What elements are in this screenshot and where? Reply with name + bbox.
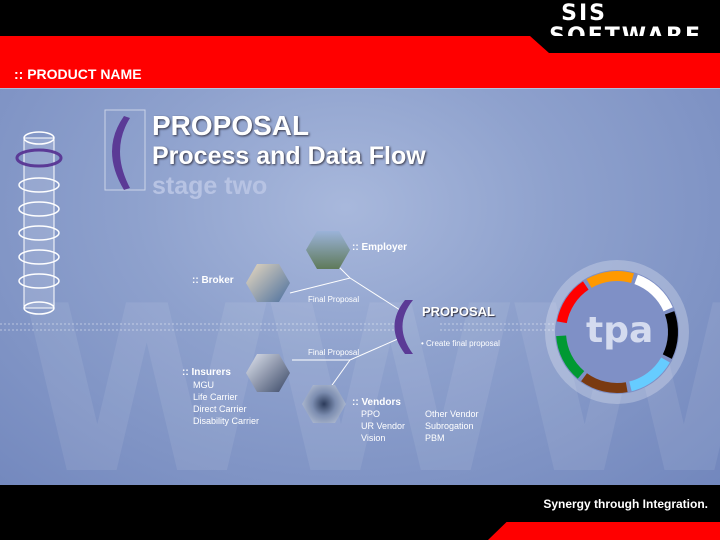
tpa-text: tpa <box>586 310 654 351</box>
vendors-col-1: PPO UR Vendor Vision <box>361 408 405 444</box>
final-proposal-top: Final Proposal <box>308 295 360 304</box>
insurer-item: Disability Carrier <box>193 416 260 426</box>
vendor-item: UR Vendor <box>361 421 406 431</box>
insurer-item: Life Carrier <box>193 392 238 402</box>
footer-bar: Synergy through Integration. <box>0 485 720 540</box>
product-name: :: PRODUCT NAME <box>14 66 142 82</box>
top-bar: SIS SOFTWARE <box>0 0 720 48</box>
insurer-item: MGU <box>193 380 214 390</box>
employer-label: :: Employer <box>352 242 408 253</box>
header-notch <box>530 36 720 53</box>
vendor-item: Subrogation <box>425 421 474 431</box>
vendor-item: PPO <box>361 409 381 419</box>
insurer-item: Direct Carrier <box>193 404 247 414</box>
vendor-item: Vision <box>361 433 386 443</box>
title-proposal: PROPOSAL <box>152 110 310 141</box>
title-stage: stage two <box>152 172 268 200</box>
final-proposal-bottom: Final Proposal <box>308 348 360 357</box>
insurers-label: :: Insurers <box>182 367 231 378</box>
insurers-list: MGU Life Carrier Direct Carrier Disabili… <box>193 379 259 427</box>
vendor-item: Other Vendor <box>425 409 479 419</box>
vendors-col-2: Other Vendor Subrogation PBM <box>425 408 479 444</box>
vendors-label: :: Vendors <box>352 397 401 408</box>
main-area: WWW PROPOSAL Process and Data Flow stage… <box>0 88 720 485</box>
broker-label: :: Broker <box>192 275 234 286</box>
proposal-label: PROPOSAL <box>422 304 495 319</box>
footer-red-accent <box>488 522 720 540</box>
tagline: Synergy through Integration. <box>543 497 708 511</box>
vendor-item: PBM <box>425 433 445 443</box>
proposal-sub: • Create final proposal <box>421 339 500 348</box>
flow-line-vendors <box>329 359 351 389</box>
bracket-icon <box>104 109 146 191</box>
red-header-bar: :: PRODUCT NAME <box>0 36 720 88</box>
tower-icon <box>15 131 63 315</box>
logo-line-1: SIS <box>561 1 608 26</box>
title-process: Process and Data Flow <box>152 142 426 170</box>
